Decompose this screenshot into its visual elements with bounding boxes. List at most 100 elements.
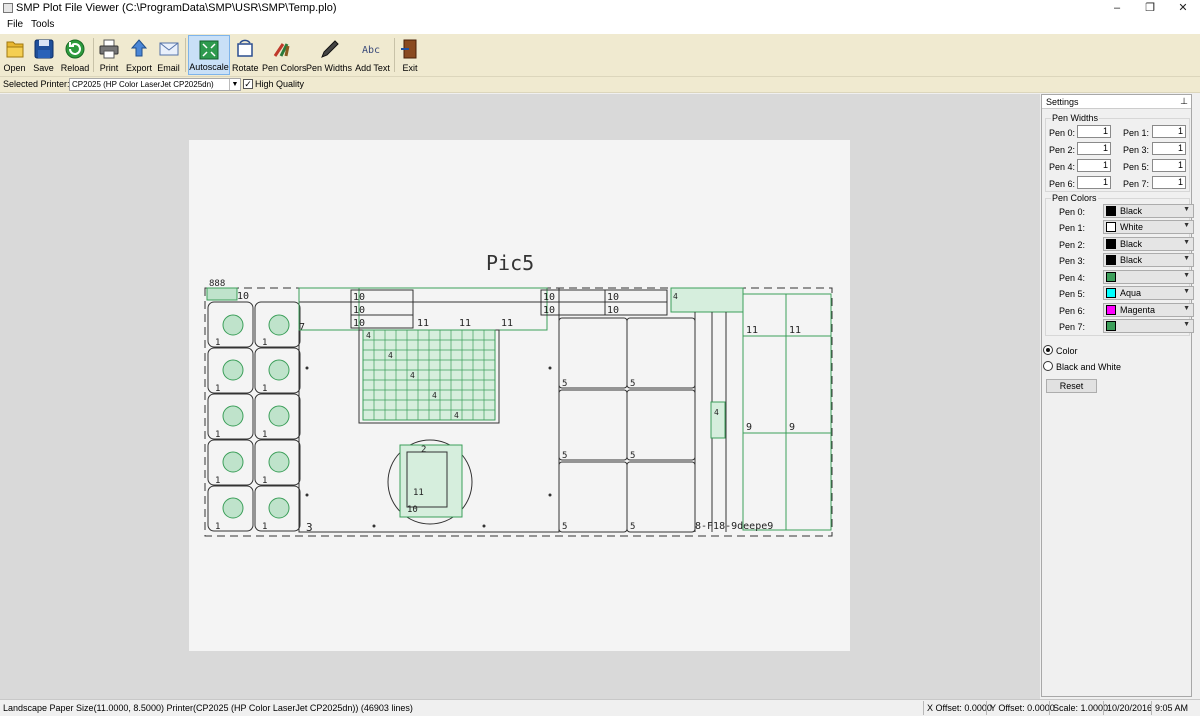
chevron-down-icon: ▼: [1183, 255, 1190, 262]
pen-width-label: Pen 4:: [1049, 162, 1076, 172]
green-region: [670, 287, 744, 313]
x-offset: X Offset: 0.0000: [923, 701, 995, 715]
plot-label: 4: [410, 371, 415, 380]
pen-width-input[interactable]: 1: [1077, 142, 1111, 155]
pen-width-input[interactable]: 1: [1152, 176, 1186, 189]
plot-label: 1: [262, 430, 267, 440]
pen-color-label: Pen 1:: [1059, 223, 1086, 233]
chevron-down-icon: ▼: [1183, 222, 1190, 229]
black-and-white-mode-label: Black and White: [1056, 362, 1122, 372]
add-text-button[interactable]: Abc Add Text: [355, 35, 390, 75]
pen-width-input[interactable]: 1: [1077, 159, 1111, 172]
color-mode-radio[interactable]: [1043, 345, 1053, 355]
close-button[interactable]: ✕: [1166, 0, 1200, 17]
reload-button[interactable]: Reload: [60, 35, 90, 75]
status-date: 10/20/2016: [1103, 701, 1155, 715]
chevron-down-icon: ▼: [229, 79, 240, 90]
pen-color-select[interactable]: Black ▼: [1103, 253, 1194, 267]
pen-width-input[interactable]: 1: [1152, 142, 1186, 155]
save-button[interactable]: Save: [31, 35, 56, 75]
pen-color-label: Pen 4:: [1059, 273, 1086, 283]
print-button[interactable]: Print: [96, 35, 122, 75]
exit-button[interactable]: Exit: [397, 35, 423, 75]
color-swatch: [1106, 222, 1116, 232]
status-time: 9:05 AM: [1151, 701, 1191, 715]
pen-color-select[interactable]: Black ▼: [1103, 237, 1194, 251]
plot-label: 1: [215, 338, 220, 348]
plot-label: 8-F18-9deepe9: [695, 521, 773, 532]
high-quality-checkbox[interactable]: ✓: [243, 79, 253, 89]
plot-canvas[interactable]: Pic5 1 1 1 1 1 1 1 1 1 1 888 10 7 3 10 1…: [0, 94, 1040, 699]
printer-select[interactable]: CP2025 (HP Color LaserJet CP2025dn) ▼: [69, 78, 241, 91]
plot-title: Pic5: [486, 251, 534, 275]
green-label-block: [206, 287, 238, 301]
pen-color-label: Pen 5:: [1059, 289, 1086, 299]
pen-width-label: Pen 7:: [1123, 179, 1150, 189]
pen-width-input[interactable]: 1: [1152, 125, 1186, 138]
color-swatch: [1106, 321, 1116, 331]
black-and-white-mode-radio[interactable]: [1043, 361, 1053, 371]
menu-file[interactable]: File: [7, 19, 23, 30]
reload-icon: [65, 39, 85, 59]
plot-label: 5: [562, 522, 567, 532]
export-button[interactable]: Export: [125, 35, 153, 75]
toolbar: Open Save Reload Print Export Email Auto…: [0, 34, 1200, 77]
pen-colors-title: Pen Colors: [1051, 193, 1098, 203]
plot-label: 4: [366, 331, 371, 340]
pen-widths-button[interactable]: Pen Widths: [306, 35, 352, 75]
color-swatch: [1106, 272, 1116, 282]
email-button[interactable]: Email: [155, 35, 182, 75]
menu-tools[interactable]: Tools: [31, 19, 54, 30]
pen-width-label: Pen 5:: [1123, 162, 1150, 172]
rotate-button[interactable]: Rotate: [232, 35, 259, 75]
pen-color-select[interactable]: ▼: [1103, 270, 1194, 284]
plot-label: 4: [714, 408, 719, 417]
plot-drawing: Pic5 1 1 1 1 1 1 1 1 1 1 888 10 7 3 10 1…: [204, 251, 833, 537]
pen-colors-group: Pen Colors Pen 0: Black ▼ Pen 1: White ▼…: [1045, 193, 1194, 336]
pen-color-select[interactable]: Magenta ▼: [1103, 303, 1194, 317]
plot-label: 1: [215, 430, 220, 440]
printer-select-value: CP2025 (HP Color LaserJet CP2025dn): [72, 80, 214, 89]
autoscale-button[interactable]: Autoscale: [188, 35, 230, 75]
reset-button[interactable]: Reset: [1046, 379, 1097, 393]
open-button[interactable]: Open: [2, 35, 27, 75]
scale: Scale: 1.0000: [1049, 701, 1111, 715]
pen-width-label: Pen 6:: [1049, 179, 1076, 189]
status-bar: Landscape Paper Size(11.0000, 8.5000) Pr…: [0, 699, 1200, 716]
exit-door-icon: [401, 39, 417, 59]
plot-label: 11: [501, 318, 513, 329]
plot-label: 10: [607, 305, 619, 316]
pen-width-input[interactable]: 1: [1152, 159, 1186, 172]
pen-width-label: Pen 2:: [1049, 145, 1076, 155]
printer-icon: [99, 39, 119, 59]
plot-label: 4: [432, 391, 437, 400]
plot-label: 11: [746, 325, 758, 336]
y-offset: Y Offset: 0.0000: [986, 701, 1058, 715]
pen-color-select[interactable]: Aqua ▼: [1103, 286, 1194, 300]
plot-label: 10: [607, 292, 619, 303]
maximize-button[interactable]: ❐: [1133, 0, 1167, 17]
pin-icon[interactable]: ⊥: [1180, 96, 1188, 107]
plot-label: 5: [630, 379, 635, 389]
pen-width-input[interactable]: 1: [1077, 176, 1111, 189]
autoscale-icon: [199, 40, 219, 60]
pen-color-select[interactable]: Black ▼: [1103, 204, 1194, 218]
minimize-button[interactable]: –: [1100, 0, 1134, 17]
svg-text:Abc: Abc: [362, 45, 380, 56]
menu-bar: File Tools: [0, 17, 1200, 34]
pen-color-label: Pen 3:: [1059, 256, 1086, 266]
settings-title: Settings: [1046, 97, 1079, 107]
settings-header: Settings ⊥: [1042, 95, 1191, 109]
plot-label: 10: [543, 305, 555, 316]
pen-color-select[interactable]: ▼: [1103, 319, 1194, 333]
chevron-down-icon: ▼: [1183, 305, 1190, 312]
chevron-down-icon: ▼: [1183, 288, 1190, 295]
pen-color-label: Pen 6:: [1059, 306, 1086, 316]
pen-color-select[interactable]: White ▼: [1103, 220, 1194, 234]
chevron-down-icon: ▼: [1183, 272, 1190, 279]
status-info: Landscape Paper Size(11.0000, 8.5000) Pr…: [3, 703, 413, 713]
rotate-icon: [237, 39, 253, 57]
pen-width-input[interactable]: 1: [1077, 125, 1111, 138]
toolbar-separator: [93, 38, 94, 72]
pen-colors-button[interactable]: Pen Colors: [262, 35, 307, 75]
